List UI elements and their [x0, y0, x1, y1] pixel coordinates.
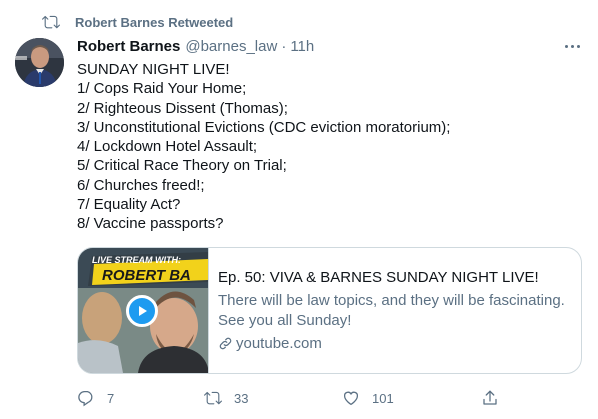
play-button[interactable]: [126, 295, 158, 327]
card-text[interactable]: Ep. 50: VIVA & BARNES SUNDAY NIGHT LIVE!…: [209, 248, 565, 373]
reply-button[interactable]: 7: [77, 386, 114, 410]
card-domain-text: youtube.com: [236, 334, 322, 352]
share-button[interactable]: [481, 386, 499, 410]
author-name[interactable]: Robert Barnes: [77, 38, 180, 55]
tweet-line: SUNDAY NIGHT LIVE!: [77, 61, 230, 78]
card-title: Ep. 50: VIVA & BARNES SUNDAY NIGHT LIVE!: [218, 268, 539, 286]
like-button[interactable]: 101: [342, 386, 394, 410]
tweet-line: 8/ Vaccine passports?: [77, 215, 224, 233]
tweet-text: SUNDAY NIGHT LIVE! 1/ Cops Raid Your Hom…: [77, 60, 582, 234]
retweet-icon: [42, 15, 60, 29]
avatar[interactable]: [15, 38, 64, 87]
more-dot-icon: [564, 44, 568, 48]
play-icon: [139, 306, 147, 316]
heart-icon: [343, 391, 359, 406]
more-dot-icon: [576, 44, 580, 48]
retweet-icon: [204, 391, 222, 405]
tweet-line: 5/ Critical Race Theory on Trial;: [77, 157, 287, 175]
retweet-count: 33: [234, 390, 249, 406]
more-options-button[interactable]: [558, 36, 586, 56]
share-icon: [483, 390, 497, 405]
tweet-actions: 7 33 101: [74, 386, 514, 410]
thumbnail-banner-line2: ROBERT BA: [102, 267, 191, 284]
tweet-line: 1/ Cops Raid Your Home;: [77, 80, 247, 98]
tweet-line: 7/ Equality Act?: [77, 196, 181, 214]
separator-dot: ·: [281, 38, 287, 55]
reply-count: 7: [107, 390, 115, 406]
author-handle[interactable]: @barnes_law: [185, 38, 277, 55]
reply-icon: [78, 390, 93, 407]
card-description: There will be law topics, and they will …: [218, 291, 565, 331]
link-card[interactable]: LIVE STREAM WITH: ROBERT BA Ep. 50: VIVA…: [77, 247, 582, 374]
like-count: 101: [372, 390, 394, 406]
more-dot-icon: [570, 44, 574, 48]
retweet-banner-label: Robert Barnes Retweeted: [75, 14, 234, 30]
avatar-photo: [15, 38, 64, 87]
card-description-line: There will be law topics, and they will …: [218, 291, 565, 309]
thumbnail-banner-line1: LIVE STREAM WITH:: [92, 255, 181, 265]
tweet-line: 4/ Lockdown Hotel Assault;: [77, 138, 258, 156]
timestamp[interactable]: 11h: [290, 38, 314, 55]
retweet-button[interactable]: 33: [204, 386, 248, 410]
card-description-line: See you all Sunday!: [218, 311, 352, 329]
tweet-line: 3/ Unconstitutional Evictions (CDC evict…: [77, 118, 451, 136]
tweet-line: 2/ Righteous Dissent (Thomas);: [77, 99, 288, 117]
retweet-banner[interactable]: Robert Barnes Retweeted: [42, 12, 233, 32]
tweet-header: Robert Barnes @barnes_law · 11h: [77, 38, 314, 58]
link-icon: [219, 337, 232, 350]
card-domain: youtube.com: [218, 334, 565, 354]
card-thumbnail[interactable]: LIVE STREAM WITH: ROBERT BA: [78, 248, 209, 373]
tweet-line: 6/ Churches freed!;: [77, 176, 205, 194]
